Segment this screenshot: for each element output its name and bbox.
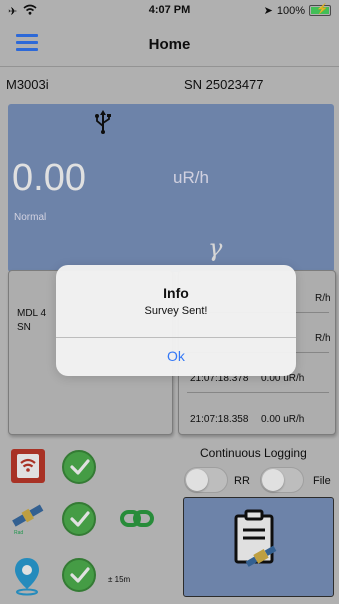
log-row: 21:07:18.358 0.00 uR/h: [187, 393, 329, 433]
log-value: R/h: [315, 333, 331, 344]
reading-panel: 0.00 uR/h Normal γ: [8, 104, 334, 272]
reading-status: Normal: [14, 212, 47, 223]
rr-label: RR: [234, 475, 250, 487]
info-alert-dialog: Info Survey Sent! Ok: [56, 265, 296, 376]
file-toggle[interactable]: [260, 467, 304, 493]
reading-unit: uR/h: [173, 168, 209, 187]
battery-percent: 100%: [276, 4, 305, 17]
device-card-model: MDL 4: [17, 308, 47, 319]
check-icon: [62, 502, 96, 536]
link-icon[interactable]: [120, 508, 154, 535]
continuous-logging-label: Continuous Logging: [200, 446, 307, 460]
reading-value: 0.00: [12, 157, 86, 199]
location-arrow-icon: ➤: [263, 5, 273, 17]
status-bar: ✈ 4:07 PM ➤ 100% ⚡: [0, 0, 339, 22]
device-model: M3003i: [6, 77, 49, 92]
send-survey-button[interactable]: [183, 497, 334, 597]
device-serial: SN 25023477: [184, 77, 264, 92]
alert-title: Info: [163, 285, 189, 301]
status-right: ➤ 100% ⚡: [264, 4, 331, 17]
battery-icon: ⚡: [309, 4, 331, 16]
location-pin-icon[interactable]: [12, 556, 42, 601]
usb-icon: [94, 110, 112, 140]
rr-toggle[interactable]: [184, 467, 228, 493]
gamma-symbol: γ: [208, 234, 223, 262]
page-title: Home: [148, 36, 191, 53]
wifi-device-icon[interactable]: [10, 448, 46, 489]
svg-text:Rad: Rad: [14, 530, 23, 536]
nav-bar: Home: [0, 22, 339, 66]
ok-button[interactable]: Ok: [56, 337, 296, 376]
clipboard-icon: [234, 509, 277, 567]
device-card-serial: SN: [17, 322, 31, 333]
device-info-row: M3003i SN 25023477: [0, 67, 339, 101]
log-time: 21:07:18.358: [190, 414, 249, 425]
file-label: File: [313, 475, 331, 487]
log-value: 0.00 uR/h: [261, 414, 305, 425]
gps-accuracy: ± 15m: [108, 575, 131, 584]
check-icon: [62, 558, 96, 592]
log-value: R/h: [315, 293, 331, 304]
check-icon: [62, 450, 96, 484]
satellite-icon[interactable]: Rad: [10, 500, 46, 541]
alert-message: Survey Sent!: [144, 305, 208, 317]
